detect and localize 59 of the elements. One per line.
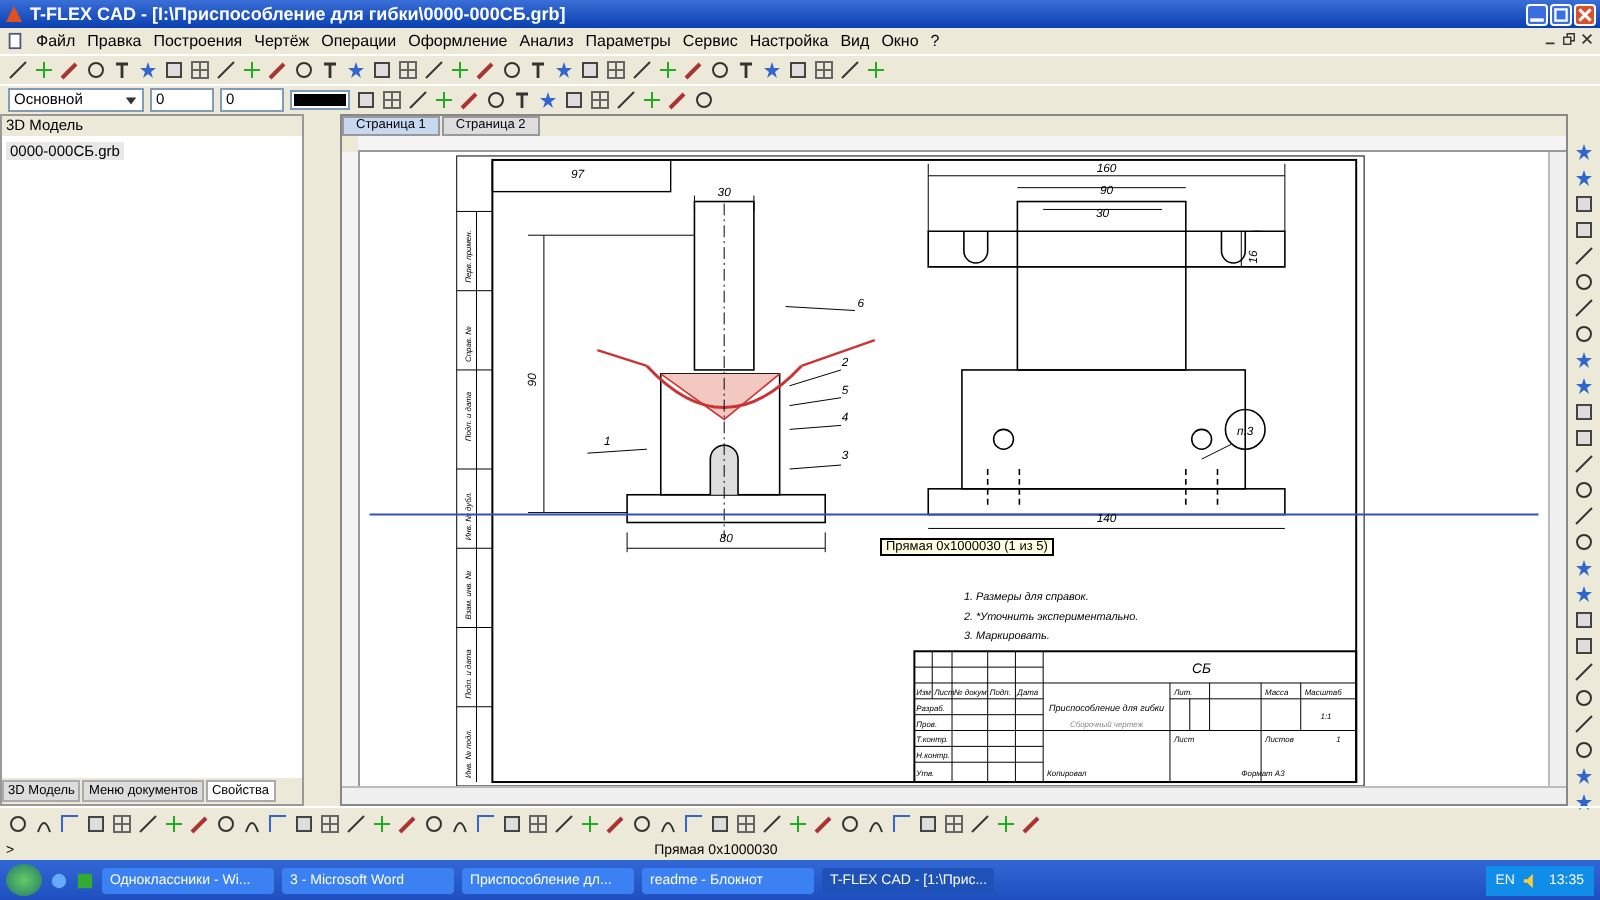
- selected-line[interactable]: [368, 513, 1540, 516]
- line-tool-icon[interactable]: [1574, 662, 1594, 682]
- vertical-scrollbar[interactable]: [1548, 152, 1566, 786]
- square-tool-icon[interactable]: [1574, 402, 1594, 422]
- menu-item[interactable]: Окно: [881, 32, 919, 50]
- menu-item[interactable]: Анализ: [519, 32, 574, 50]
- circle-tool-icon[interactable]: [632, 814, 652, 834]
- square-tool-icon[interactable]: [918, 814, 938, 834]
- menu-item[interactable]: ?: [930, 32, 940, 50]
- line-tool-icon[interactable]: [840, 60, 860, 80]
- circle-tool-icon[interactable]: [8, 814, 28, 834]
- dropdown-arrow-icon[interactable]: [124, 93, 138, 107]
- circle-tool-icon[interactable]: [216, 814, 236, 834]
- menu-item[interactable]: Вид: [840, 32, 870, 50]
- maximize-button[interactable]: [1550, 3, 1572, 25]
- minimize-button[interactable]: [1526, 3, 1548, 25]
- line-tool-icon[interactable]: [138, 814, 158, 834]
- square-tool-icon[interactable]: [1574, 610, 1594, 630]
- line-tool-icon[interactable]: [8, 60, 28, 80]
- circle-tool-icon[interactable]: [1574, 740, 1594, 760]
- start-button[interactable]: [6, 864, 42, 896]
- square-tool-icon[interactable]: [1574, 194, 1594, 214]
- menu-item[interactable]: Настройка: [749, 32, 829, 50]
- globe-icon[interactable]: [50, 871, 68, 889]
- line-tool-icon[interactable]: [216, 60, 236, 80]
- square-tool-icon[interactable]: [86, 814, 106, 834]
- square-tool-icon[interactable]: [164, 60, 184, 80]
- line-tool-icon[interactable]: [970, 814, 990, 834]
- app-logo-icon: [4, 4, 24, 24]
- menu-item[interactable]: Операции: [321, 32, 397, 50]
- window-title: T-FLEX CAD - [I:\Приспособление для гибки\0000-000СБ.grb]: [30, 4, 566, 24]
- restore-icon[interactable]: [1562, 32, 1576, 46]
- close-button[interactable]: [1574, 3, 1596, 25]
- square-tool-icon[interactable]: [502, 814, 522, 834]
- menu-item[interactable]: Правка: [87, 32, 142, 50]
- document-icon: [6, 32, 24, 50]
- circle-tool-icon[interactable]: [294, 60, 314, 80]
- circle-tool-icon[interactable]: [86, 60, 106, 80]
- menu-item[interactable]: Сервис: [682, 32, 738, 50]
- color-dropdown[interactable]: [290, 90, 350, 110]
- circle-tool-icon[interactable]: [1574, 324, 1594, 344]
- line-tool-icon[interactable]: [554, 814, 574, 834]
- circle-tool-icon[interactable]: [424, 814, 444, 834]
- menu-item[interactable]: Параметры: [585, 32, 671, 50]
- menu-item[interactable]: Оформление: [408, 32, 508, 50]
- line-tool-icon[interactable]: [762, 814, 782, 834]
- circle-tool-icon[interactable]: [1574, 532, 1594, 552]
- line-tool-icon[interactable]: [1574, 246, 1594, 266]
- square-tool-icon[interactable]: [788, 60, 808, 80]
- menu-item[interactable]: Чертёж: [254, 32, 310, 50]
- line-tool-icon[interactable]: [346, 814, 366, 834]
- horizontal-scrollbar[interactable]: [342, 786, 1566, 804]
- circle-tool-icon[interactable]: [840, 814, 860, 834]
- close-icon[interactable]: [1580, 32, 1594, 46]
- menu-item[interactable]: Построения: [153, 32, 243, 50]
- menu-item[interactable]: Файл: [36, 32, 76, 50]
- square-tool-icon[interactable]: [710, 814, 730, 834]
- line-tool-icon[interactable]: [1574, 454, 1594, 474]
- square-tool-icon[interactable]: [294, 814, 314, 834]
